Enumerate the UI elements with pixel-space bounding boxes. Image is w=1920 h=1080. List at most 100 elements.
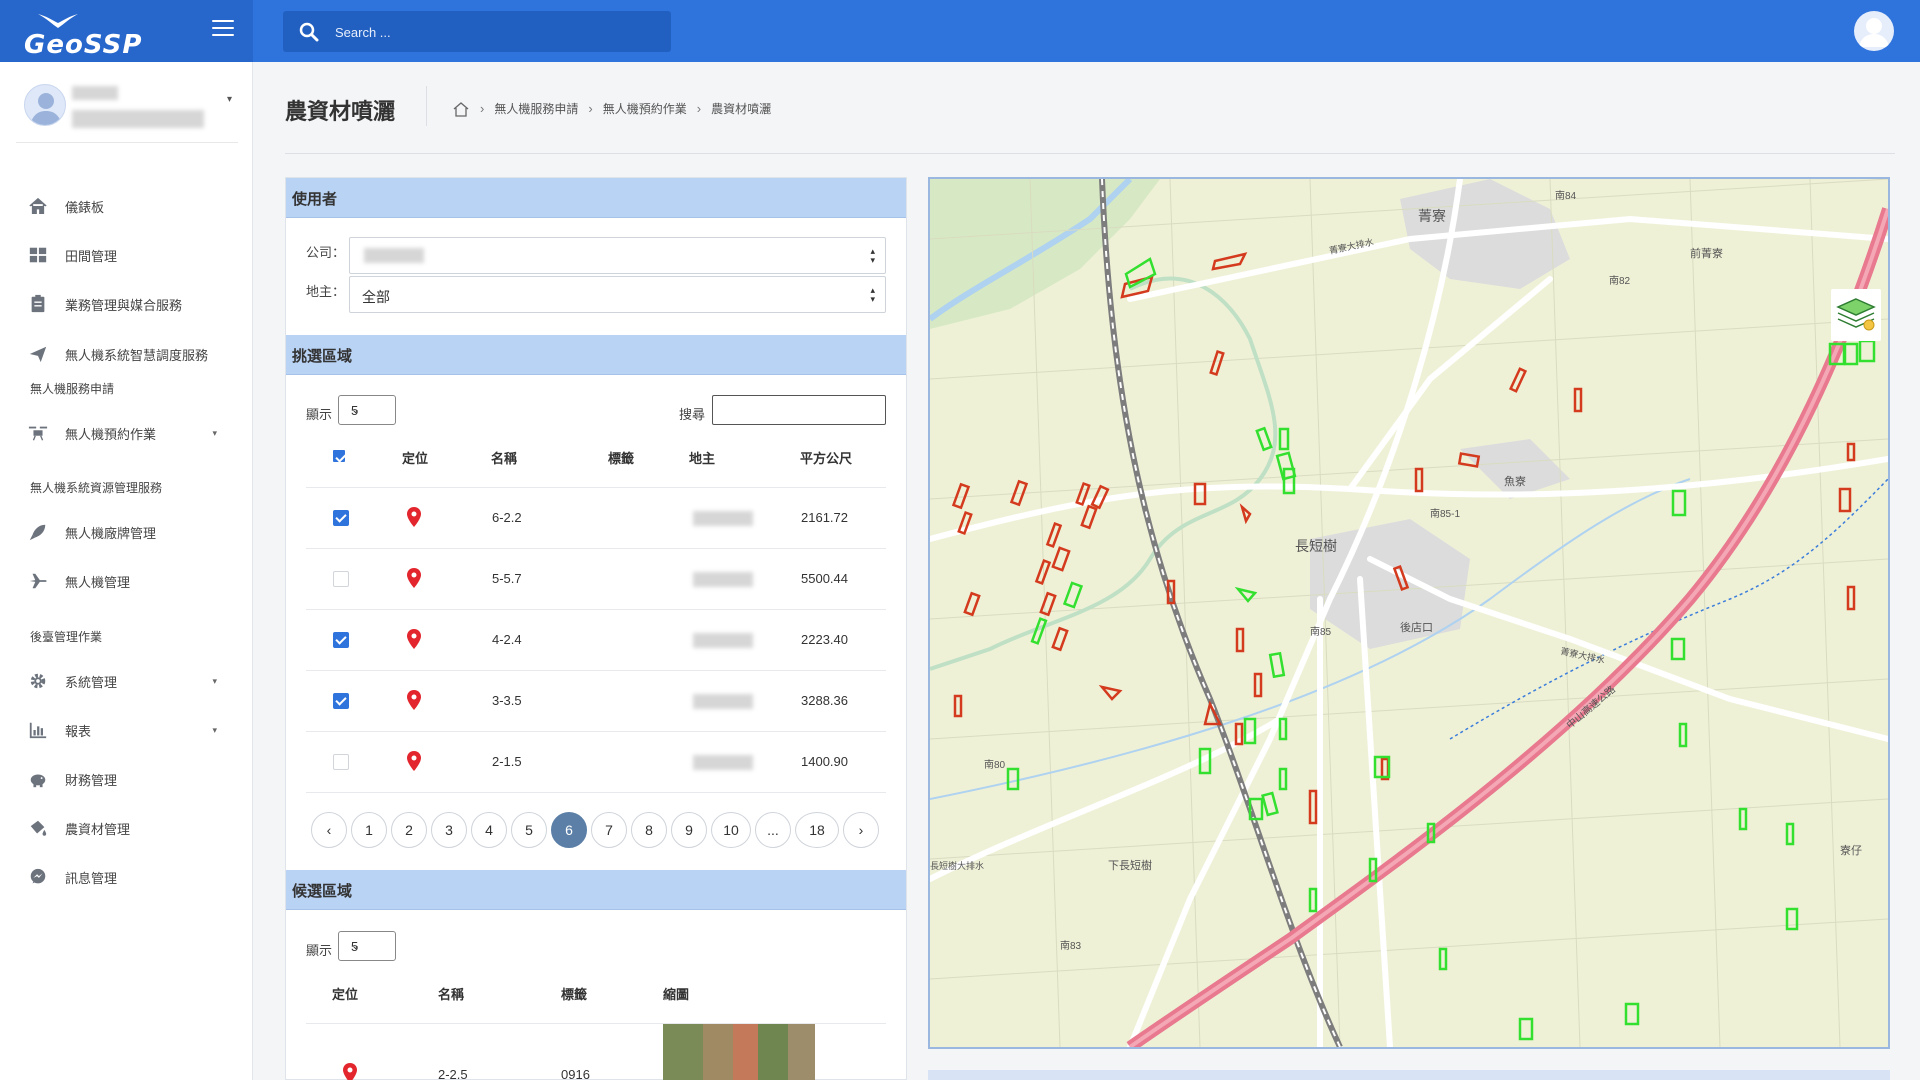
chevron-down-icon: ⌄ [351,940,361,952]
column-header-tag: 標籤 [561,987,588,1002]
row-name: 2-1.5 [492,754,522,769]
row-owner-redacted [693,511,753,526]
select-panel-header: 挑選區域 [286,335,906,375]
map-label-road-84: 南84 [1555,189,1577,202]
pagination-page-button[interactable]: 4 [471,812,507,848]
table-row[interactable]: 6-2.2 2161.72 [306,487,886,548]
map-label-road-85: 南85 [1310,625,1332,638]
breadcrumb-separator-icon: › [480,101,485,116]
drone-icon [27,422,49,444]
column-header-locate: 定位 [402,451,429,466]
column-header-thumbnail: 縮圖 [663,987,690,1002]
title-divider [426,86,427,126]
sidebar-section-resources: 無人機系統資源管理服務 [30,481,163,495]
table-row[interactable]: 4-2.4 2223.40 [306,609,886,670]
sidebar-item-drone-booking[interactable]: 無人機預約作業 ▾ [0,413,253,453]
row-checkbox[interactable] [333,510,349,526]
breadcrumb-item[interactable]: 無人機服務申請 [494,100,578,117]
pagination-page-button[interactable]: 7 [591,812,627,848]
column-header-area: 平方公尺 [800,451,853,466]
company-select[interactable]: ▴ ▾ [349,237,886,274]
user-avatar-icon[interactable] [1854,11,1894,51]
owner-select[interactable]: 全部 ▴ ▾ [349,276,886,313]
sidebar-item-drone-brand[interactable]: 無人機廠牌管理 [0,512,253,552]
layers-icon [1836,298,1876,331]
map-label-road-80: 南80 [984,758,1006,771]
sidebar-item-label: 農資材管理 [65,821,131,837]
sidebar-user-box[interactable]: ▾ [24,80,240,144]
row-checkbox[interactable] [333,632,349,648]
hamburger-menu-button[interactable] [212,20,234,38]
sidebar-item-label: 無人機管理 [65,574,131,590]
map-view[interactable]: 菁寮 前菁寮 長短樹 後店口 下長短樹 魚寮 寮仔 南84 南82 南85-1 … [928,177,1890,1049]
table-search-input[interactable] [712,395,886,425]
sidebar-item-label: 財務管理 [65,772,118,788]
pagination-page-button[interactable]: 5 [511,812,547,848]
candidate-page-size-select[interactable]: 5 ⌄ [338,931,396,961]
map-pin-icon[interactable] [407,568,421,588]
chevron-down-icon: ⌄ [351,404,361,416]
map-pin-icon[interactable] [407,629,421,649]
sidebar-item-agri-material[interactable]: 農資材管理 [0,808,253,848]
row-checkbox[interactable] [333,693,349,709]
map-label-xiachangduanshu: 下長短樹 [1108,858,1152,872]
pagination-page-button[interactable]: 3 [431,812,467,848]
sidebar-item-finance[interactable]: 財務管理 [0,759,253,799]
map-pin-icon[interactable] [407,507,421,527]
breadcrumb-item[interactable]: 無人機預約作業 [603,100,687,117]
search-input[interactable] [335,21,655,43]
pagination-prev-button[interactable]: ‹ [311,812,347,848]
owner-label: 地主： [306,284,346,299]
piggy-bank-icon [27,768,49,790]
select-all-checkbox[interactable] [333,450,345,462]
sidebar-item-field-management[interactable]: 田間管理 [0,235,253,275]
map-label-qingliao: 菁寮 [1418,208,1446,224]
table-row[interactable]: 2-1.5 1400.90 [306,731,886,792]
sidebar-item-label: 訊息管理 [65,870,118,886]
grid-icon [27,244,49,266]
pagination-page-button[interactable]: 2 [391,812,427,848]
sidebar-item-business[interactable]: 業務管理與媒合服務 [0,284,253,324]
logo-area: GeoSSP [0,0,253,62]
column-header-tag: 標籤 [608,451,635,466]
gear-icon [27,670,49,692]
column-header-locate: 定位 [332,987,359,1002]
pagination-page-button[interactable]: 10 [711,812,751,848]
home-icon[interactable] [452,101,470,117]
sidebar-item-dispatch[interactable]: 無人機系統智慧調度服務 [0,334,253,374]
search-box[interactable] [283,11,671,52]
logo-bird-icon [38,14,78,28]
pagination-current-page-button[interactable]: 6 [551,812,587,848]
pagination-page-button[interactable]: 18 [795,812,839,848]
panel-title: 使用者 [292,191,338,208]
map-pin-icon[interactable] [343,1063,357,1080]
map-label-changduanshu: 長短樹 [1295,538,1337,554]
breadcrumb-item: 農資材噴灑 [711,102,772,116]
rocket-icon [27,521,49,543]
sidebar-item-messages[interactable]: 訊息管理 [0,857,253,897]
pagination-page-button[interactable]: 8 [631,812,667,848]
sidebar-item-report[interactable]: 報表 ▾ [0,710,253,750]
pagination-page-button[interactable]: 9 [671,812,707,848]
sidebar-item-drone[interactable]: 無人機管理 [0,561,253,601]
table-row[interactable]: 5-5.7 5500.44 [306,548,886,609]
table-row[interactable]: 3-3.5 3288.36 [306,670,886,731]
map-canvas[interactable]: 菁寮 前菁寮 長短樹 後店口 下長短樹 魚寮 寮仔 南84 南82 南85-1 … [930,179,1888,1047]
sidebar-item-system[interactable]: 系統管理 ▾ [0,661,253,701]
row-checkbox[interactable] [333,571,349,587]
layers-button[interactable] [1831,289,1881,341]
sidebar-item-label: 無人機預約作業 [65,426,157,442]
user-menu-caret-icon[interactable]: ▾ [227,94,232,105]
sidebar-item-dashboard[interactable]: 儀錶板 [0,186,253,226]
sidebar-item-label: 業務管理與媒合服務 [65,297,183,313]
row-checkbox[interactable] [333,754,349,770]
map-pin-icon[interactable] [407,690,421,710]
panel-title: 挑選區域 [292,348,353,365]
breadcrumb-separator-icon: › [696,101,702,116]
search-icon [299,22,319,42]
sidebar-item-label: 系統管理 [65,674,118,690]
pagination-next-button[interactable]: › [843,812,879,848]
map-pin-icon[interactable] [407,751,421,771]
page-size-select[interactable]: 5 ⌄ [338,395,396,425]
pagination-page-button[interactable]: 1 [351,812,387,848]
